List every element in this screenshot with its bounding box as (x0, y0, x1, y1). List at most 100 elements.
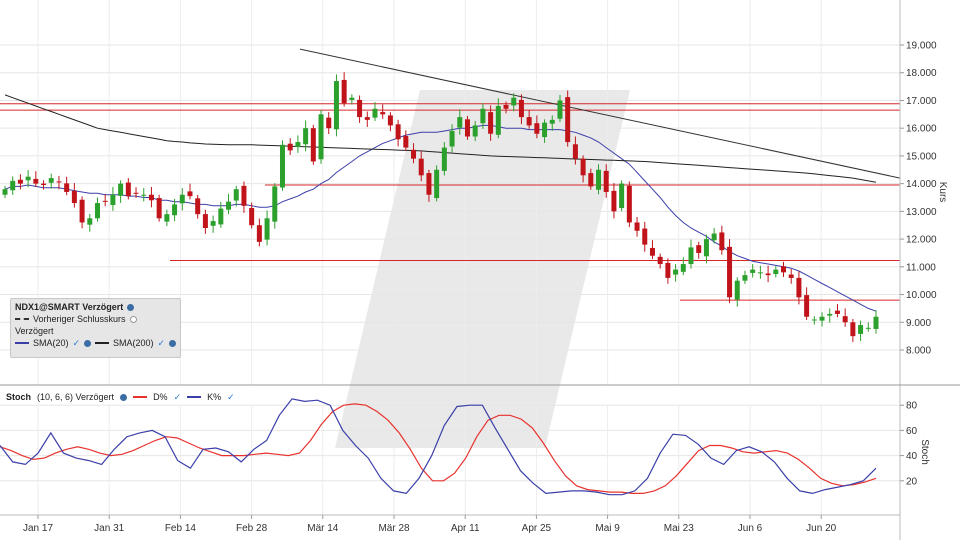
stoch-tick-label: 40 (906, 451, 918, 462)
x-tick-label: Apr 11 (451, 523, 480, 534)
candle-body (156, 198, 162, 219)
legend-delayed-row: Verzögert (15, 325, 176, 337)
price-tick-label: 13.000 (906, 207, 937, 218)
sma20-swatch (15, 342, 29, 344)
candle-body (619, 183, 625, 209)
candle-body (842, 316, 848, 323)
candle-body (411, 149, 417, 159)
candle-body (811, 319, 817, 321)
candle-body (241, 185, 247, 206)
x-tick-label: Jun 20 (806, 523, 836, 534)
candle-body (827, 313, 833, 316)
candle-body (673, 269, 679, 275)
candle-body (488, 112, 494, 134)
stoch-y-ticks: 80 60 40 20 (900, 401, 918, 487)
x-ticks: Jan 17 Jan 31 Feb 14 Feb 28 Mär 14 Mär 28 Apr … (23, 515, 837, 534)
candle-body (395, 124, 401, 140)
x-tick-label: Feb 28 (236, 523, 268, 534)
candle-body (25, 176, 31, 181)
sma200-swatch (95, 342, 109, 344)
candle-body (796, 277, 802, 298)
toggle-icon[interactable] (129, 315, 137, 323)
candle-body (703, 239, 709, 257)
candle-body (87, 218, 93, 225)
legend-prev-close: Vorheriger Schlusskurs (33, 314, 126, 324)
candle-body (303, 128, 309, 145)
candle-body (511, 97, 517, 106)
candle-body (858, 325, 864, 334)
candle-body (680, 264, 686, 272)
candle-body (279, 144, 285, 188)
candle-body (518, 99, 524, 118)
x-tick-label: Jan 17 (23, 523, 53, 534)
candle-body (696, 245, 702, 253)
price-tick-label: 17.000 (906, 96, 937, 107)
candle-body (249, 208, 255, 226)
legend-sma200[interactable]: SMA(200) (113, 337, 154, 349)
candle-body (834, 310, 840, 314)
candle-body (734, 280, 740, 300)
stoch-header: Stoch (10, 6, 6) Verzögert D% ✓ K% ✓ (0, 389, 900, 405)
candle-body (542, 122, 548, 138)
stoch-params: (10, 6, 6) Verzögert (37, 392, 115, 402)
x-tick-label: Mai 9 (595, 523, 620, 534)
candle-body (626, 185, 632, 223)
settings-icon[interactable] (127, 303, 135, 311)
settings-icon[interactable] (169, 339, 176, 347)
candle-body (557, 100, 563, 119)
candle-body (611, 190, 617, 212)
settings-icon[interactable] (120, 393, 128, 401)
candle-body (480, 108, 486, 124)
candle-body (441, 147, 447, 171)
candle-body (310, 128, 316, 162)
candle-body (195, 198, 201, 215)
candle-body (172, 204, 178, 216)
candle-body (357, 99, 363, 118)
stoch-tick-label: 80 (906, 401, 918, 412)
candle-body (781, 266, 787, 273)
check-icon[interactable]: ✓ (157, 337, 165, 349)
x-tick-label: Apr 25 (522, 523, 552, 534)
candle-body (326, 117, 332, 129)
price-tick-label: 16.000 (906, 124, 937, 135)
legend-symbol: NDX1@SMART Verzögert (15, 302, 124, 312)
candle-body (210, 221, 216, 226)
candle-body (850, 322, 856, 337)
candle-body (719, 232, 725, 251)
candle-body (318, 114, 324, 160)
stoch-tick-label: 60 (906, 426, 918, 437)
candle-body (865, 327, 871, 329)
chart-canvas: 19.000 18.000 17.000 16.000 15.000 14.000 13.0… (0, 0, 960, 540)
candle-body (187, 191, 193, 197)
price-tick-label: 12.000 (906, 235, 937, 246)
legend-sma20[interactable]: SMA(20) (33, 337, 69, 349)
candle-body (549, 119, 555, 124)
candle-body (272, 186, 278, 222)
candle-body (665, 262, 671, 278)
stoch-d-label[interactable]: D% (153, 392, 168, 402)
candle-body (79, 199, 85, 223)
candle-body (256, 225, 262, 242)
price-y-ticks: 19.000 18.000 17.000 16.000 15.000 14.000 13.0… (900, 41, 937, 357)
check-icon[interactable]: ✓ (174, 392, 182, 403)
candle-body (17, 179, 23, 184)
x-tick-label: Mai 23 (664, 523, 694, 534)
candle-body (434, 169, 440, 199)
candle-body (603, 170, 609, 192)
candle-body (264, 218, 270, 240)
candle-body (287, 143, 293, 151)
price-legend[interactable]: NDX1@SMART Verzögert Vorheriger Schlussk… (10, 298, 181, 358)
check-icon[interactable]: ✓ (72, 337, 80, 349)
candle-body (642, 228, 648, 245)
candle-body (56, 181, 62, 183)
candle-body (10, 180, 16, 191)
check-icon[interactable]: ✓ (227, 392, 235, 403)
candle-body (125, 182, 131, 197)
candle-body (765, 273, 771, 276)
stoch-k-label[interactable]: K% (207, 392, 221, 402)
candle-body (418, 158, 424, 176)
settings-icon[interactable] (84, 339, 91, 347)
candle-body (472, 125, 478, 137)
candle-body (364, 117, 370, 120)
x-tick-label: Mär 28 (378, 523, 410, 534)
